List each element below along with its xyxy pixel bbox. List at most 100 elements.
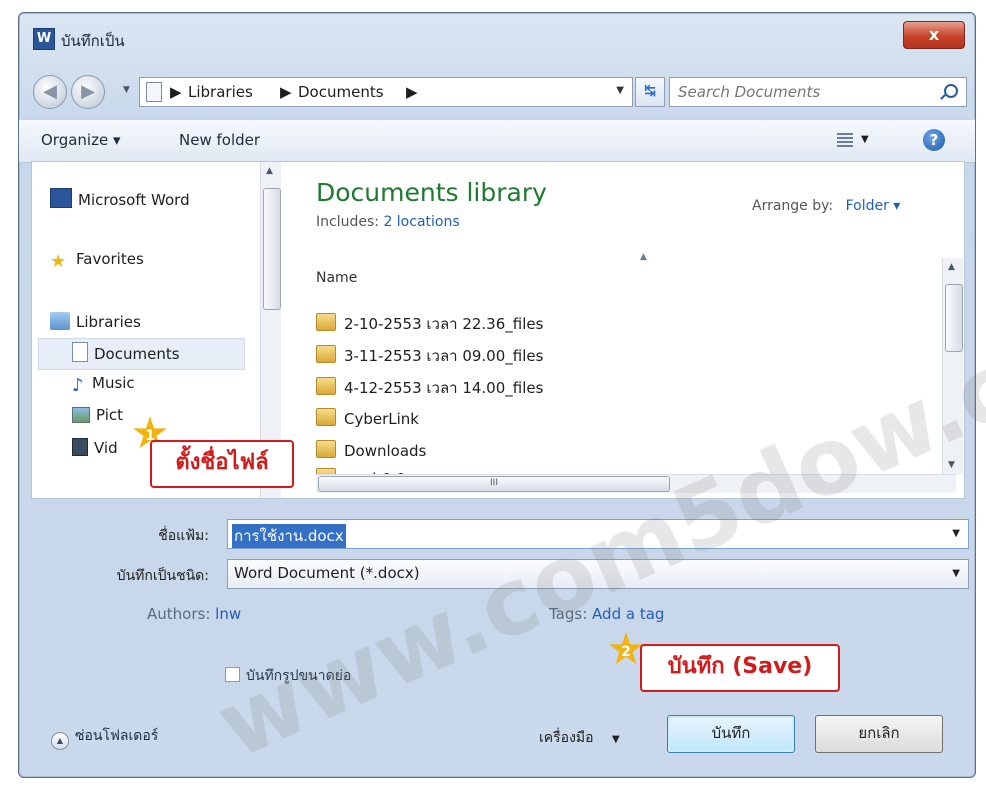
- sidebar-item-libraries[interactable]: Libraries: [50, 312, 141, 338]
- sidebar-item-label: Vid: [94, 439, 118, 457]
- breadcrumb-documents[interactable]: Documents: [298, 83, 384, 101]
- tools-menu[interactable]: เครื่องมือ ▼: [539, 727, 620, 749]
- refresh-button[interactable]: ↹: [635, 77, 665, 107]
- sidebar-item-label: Favorites: [76, 250, 144, 268]
- horizontal-scroll-thumb[interactable]: III: [318, 476, 670, 492]
- horizontal-scrollbar[interactable]: III: [316, 474, 956, 493]
- sidebar-item-label: Libraries: [76, 313, 141, 331]
- scroll-up-icon[interactable]: ▲: [266, 166, 273, 176]
- document-icon: [72, 342, 88, 362]
- column-header-name[interactable]: Name: [316, 270, 357, 286]
- close-button[interactable]: x: [903, 21, 965, 49]
- folder-icon: [316, 408, 336, 426]
- sidebar-item-music[interactable]: ♪ Music: [72, 374, 135, 400]
- hide-folders-button[interactable]: ▲ ซ่อนโฟลเดอร์: [51, 725, 158, 750]
- back-button[interactable]: ◀: [33, 75, 67, 109]
- filetype-label: บันทึกเป็นชนิด:: [116, 568, 209, 584]
- checkbox-icon[interactable]: [225, 667, 240, 682]
- includes-locations-link[interactable]: 2 locations: [383, 214, 459, 230]
- sidebar-item-label: Microsoft Word: [78, 191, 190, 209]
- search-box[interactable]: [669, 77, 967, 107]
- filetype-select[interactable]: Word Document (*.docx) ▼: [227, 559, 969, 589]
- sort-indicator-icon: ▲: [640, 252, 647, 262]
- breadcrumb-separator[interactable]: ▶: [170, 83, 182, 101]
- cancel-button[interactable]: ยกเลิก: [815, 715, 943, 753]
- tags-label: Tags:: [549, 605, 588, 623]
- filetype-value: Word Document (*.docx): [234, 564, 420, 582]
- new-folder-button[interactable]: New folder: [179, 131, 260, 149]
- arrange-by-dropdown[interactable]: Folder ▾: [846, 198, 901, 214]
- tools-dropdown-icon: ▼: [612, 734, 620, 745]
- file-list-scroll-thumb[interactable]: [945, 284, 963, 352]
- sidebar-scroll-thumb[interactable]: [263, 188, 281, 310]
- scroll-up-icon[interactable]: ▲: [948, 262, 955, 272]
- sidebar-item-favorites[interactable]: ★ Favorites: [50, 250, 144, 276]
- authors-label: Authors:: [147, 605, 211, 623]
- filename-label: ชื่อแฟ้ม:: [158, 528, 209, 544]
- list-item[interactable]: 4-12-2553 เวลา 14.00_files: [316, 376, 543, 402]
- location-icon: [146, 82, 162, 102]
- video-icon: [72, 438, 88, 456]
- hide-folders-label: ซ่อนโฟลเดอร์: [75, 728, 159, 744]
- pictures-icon: [72, 407, 90, 423]
- organize-button[interactable]: Organize ▾: [41, 131, 121, 149]
- tools-label: เครื่องมือ: [539, 730, 594, 746]
- file-name: CyberLink: [344, 410, 419, 428]
- file-name: 3-11-2553 เวลา 09.00_files: [344, 347, 544, 365]
- step-2-callout: บันทึก (Save): [640, 644, 840, 692]
- breadcrumb-libraries[interactable]: Libraries: [188, 83, 253, 101]
- word-app-icon: W: [33, 28, 55, 50]
- folder-icon: [316, 440, 336, 458]
- view-dropdown-icon[interactable]: ▼: [861, 134, 869, 145]
- sidebar-item-label: Music: [92, 374, 135, 392]
- filename-field[interactable]: การใช้งาน.docx ▼: [227, 519, 969, 549]
- authors-value[interactable]: lnw: [215, 605, 241, 623]
- filetype-dropdown-icon[interactable]: ▼: [952, 568, 960, 579]
- title-bar: W บันทึกเป็น x: [19, 13, 975, 53]
- sidebar-item-microsoft-word[interactable]: Microsoft Word: [50, 188, 190, 214]
- address-bar[interactable]: ▶ Libraries ▶ Documents ▶ ▼: [139, 77, 633, 107]
- scroll-down-icon[interactable]: ▼: [948, 460, 955, 470]
- arrange-by: Arrange by: Folder ▾: [752, 198, 900, 214]
- file-name: 4-12-2553 เวลา 14.00_files: [344, 379, 544, 397]
- address-dropdown-icon[interactable]: ▼: [616, 85, 624, 96]
- filename-value[interactable]: การใช้งาน.docx: [232, 524, 346, 548]
- window-title: บันทึกเป็น: [61, 32, 125, 50]
- breadcrumb-separator[interactable]: ▶: [406, 83, 418, 101]
- collapse-icon: ▲: [51, 732, 69, 750]
- help-icon[interactable]: ?: [923, 129, 945, 151]
- save-thumbnail-checkbox[interactable]: บันทึกรูปขนาดย่อ: [225, 665, 351, 687]
- search-input[interactable]: [676, 81, 930, 103]
- view-options-icon[interactable]: [837, 133, 853, 147]
- tags-field: Tags: Add a tag: [549, 605, 664, 623]
- list-item[interactable]: 3-11-2553 เวลา 09.00_files: [316, 344, 543, 370]
- file-list-scrollbar[interactable]: ▲ ▼: [942, 258, 963, 474]
- includes-label: Includes:: [316, 214, 379, 230]
- forward-button[interactable]: ▶: [71, 75, 105, 109]
- authors-field: Authors: lnw: [147, 605, 241, 623]
- breadcrumb-separator[interactable]: ▶: [280, 83, 292, 101]
- word-icon: [50, 188, 72, 208]
- list-item[interactable]: 2-10-2553 เวลา 22.36_files: [316, 312, 543, 338]
- search-icon[interactable]: [944, 84, 958, 98]
- sidebar-item-videos[interactable]: Vid: [72, 438, 118, 464]
- recent-pages-dropdown[interactable]: ▼: [123, 85, 130, 95]
- step-1-callout: ตั้งชื่อไฟล์: [150, 440, 294, 488]
- tags-value[interactable]: Add a tag: [592, 605, 664, 623]
- file-name: Downloads: [344, 442, 427, 460]
- sidebar-item-documents[interactable]: Documents: [72, 342, 180, 368]
- folder-icon: [316, 345, 336, 363]
- library-includes: Includes: 2 locations: [316, 214, 460, 230]
- save-button[interactable]: บันทึก: [667, 715, 795, 753]
- filename-dropdown-icon[interactable]: ▼: [952, 528, 960, 539]
- list-item[interactable]: CyberLink: [316, 408, 419, 434]
- navigation-bar: ◀ ▶ ▼ ▶ Libraries ▶ Documents ▶ ▼ ↹: [19, 71, 975, 111]
- list-item[interactable]: Downloads: [316, 440, 426, 466]
- star-icon: ★: [50, 251, 67, 272]
- sidebar-item-label: Pict: [96, 406, 124, 424]
- sidebar-item-pictures[interactable]: Pict: [72, 406, 123, 432]
- folder-icon: [316, 313, 336, 331]
- file-list-pane: Documents library Includes: 2 locations …: [300, 162, 964, 498]
- save-thumbnail-label: บันทึกรูปขนาดย่อ: [246, 668, 352, 684]
- folder-icon: [316, 377, 336, 395]
